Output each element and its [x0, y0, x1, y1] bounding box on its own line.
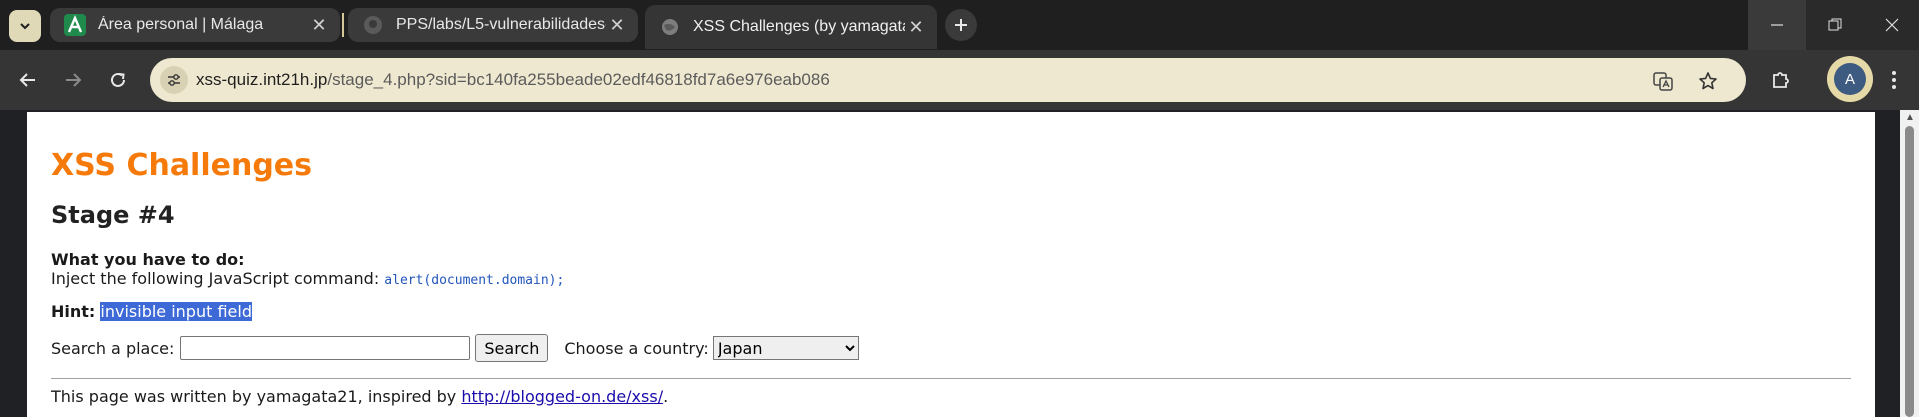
close-window-button[interactable] [1864, 0, 1919, 50]
search-label: Search a place: [51, 338, 175, 358]
new-tab-button[interactable] [945, 9, 977, 41]
task-description: Inject the following JavaScript command: [51, 269, 385, 288]
hint: Hint: invisible input field [51, 302, 252, 321]
tab-title: XSS Challenges (by yamagata2 [693, 18, 905, 35]
translate-button[interactable] [1650, 68, 1676, 94]
plus-icon [955, 19, 967, 31]
tab-moodle[interactable]: Área personal | Málaga ✕ [50, 8, 340, 42]
bookmark-button[interactable] [1695, 68, 1721, 94]
reload-icon [111, 72, 125, 87]
country-label: Choose a country: [564, 338, 709, 358]
tab-github[interactable]: PPS/labs/L5-vulnerabilidades-w ✕ [348, 8, 638, 42]
tab-separator [342, 13, 344, 37]
site-info-button[interactable] [160, 66, 188, 94]
close-icon [1885, 18, 1898, 32]
address-bar[interactable]: xss-quiz.int21h.jp/stage_4.php?sid=bc140… [150, 58, 1746, 102]
url-path: /stage_4.php?sid=bc140fa255beade02edf468… [327, 70, 830, 89]
close-tab-icon[interactable]: ✕ [905, 16, 927, 38]
close-tab-icon[interactable]: ✕ [308, 14, 330, 36]
star-icon [1699, 72, 1717, 90]
divider [51, 378, 1851, 379]
footer-link[interactable]: http://blogged-on.de/xss/ [461, 387, 663, 406]
restore-icon [1828, 18, 1842, 31]
footer-end: . [663, 387, 669, 406]
tab-search-button[interactable] [9, 10, 41, 42]
tune-icon [168, 74, 180, 86]
task-code: alert(document.domain); [384, 273, 565, 288]
close-tab-icon[interactable]: ✕ [606, 14, 628, 36]
moodle-a-icon [64, 14, 86, 36]
hint-text: invisible input field [100, 302, 252, 321]
browser-toolbar: xss-quiz.int21h.jp/stage_4.php?sid=bc140… [0, 50, 1919, 110]
web-page: XSS Challenges Stage #4 What you have to… [27, 112, 1875, 417]
arrow-left-icon [19, 73, 35, 87]
back-button[interactable] [10, 62, 46, 98]
task-label: What you have to do: [51, 250, 245, 269]
forward-button[interactable] [55, 62, 91, 98]
github-icon [362, 14, 384, 36]
chevron-down-icon [20, 23, 30, 30]
profile-button[interactable]: A [1827, 56, 1873, 102]
restore-button[interactable] [1806, 0, 1864, 50]
search-input[interactable] [180, 336, 471, 360]
country-select[interactable]: Japan [712, 336, 859, 360]
tab-xss-challenges[interactable]: XSS Challenges (by yamagata2 ✕ [645, 5, 937, 49]
translate-icon [1653, 72, 1673, 91]
page-title: XSS Challenges [51, 148, 313, 183]
tab-strip: Área personal | Málaga ✕ PPS/labs/L5-vul… [0, 0, 1919, 50]
avatar: A [1834, 63, 1866, 95]
reload-button[interactable] [100, 62, 136, 98]
scrollbar-thumb[interactable] [1905, 126, 1914, 417]
hint-label: Hint: [51, 302, 96, 321]
tab-title: Área personal | Málaga [98, 16, 264, 33]
minimize-button[interactable] [1748, 0, 1806, 50]
url-text[interactable]: xss-quiz.int21h.jp/stage_4.php?sid=bc140… [196, 70, 830, 90]
arrow-right-icon [66, 73, 82, 87]
minimize-icon [1771, 24, 1783, 26]
url-host: xss-quiz.int21h.jp [196, 70, 328, 89]
search-button[interactable]: Search [475, 334, 549, 362]
tab-title: PPS/labs/L5-vulnerabilidades-w [396, 16, 606, 33]
task-text: Inject the following JavaScript command:… [51, 269, 564, 288]
search-form: Search a place: Search Choose a country:… [51, 334, 859, 362]
page-scrollbar[interactable]: ▲ [1900, 110, 1919, 417]
browser-menu-button[interactable] [1876, 62, 1912, 98]
scroll-up-arrow-icon[interactable]: ▲ [1905, 112, 1915, 123]
footer: This page was written by yamagata21, ins… [51, 387, 668, 406]
kebab-menu-icon [1892, 71, 1896, 89]
footer-text: This page was written by yamagata21, ins… [51, 387, 462, 406]
puzzle-icon [1773, 72, 1789, 88]
stage-heading: Stage #4 [51, 201, 175, 229]
page-viewport: XSS Challenges Stage #4 What you have to… [0, 110, 1919, 417]
globe-icon [659, 16, 681, 38]
extensions-button[interactable] [1763, 62, 1799, 98]
